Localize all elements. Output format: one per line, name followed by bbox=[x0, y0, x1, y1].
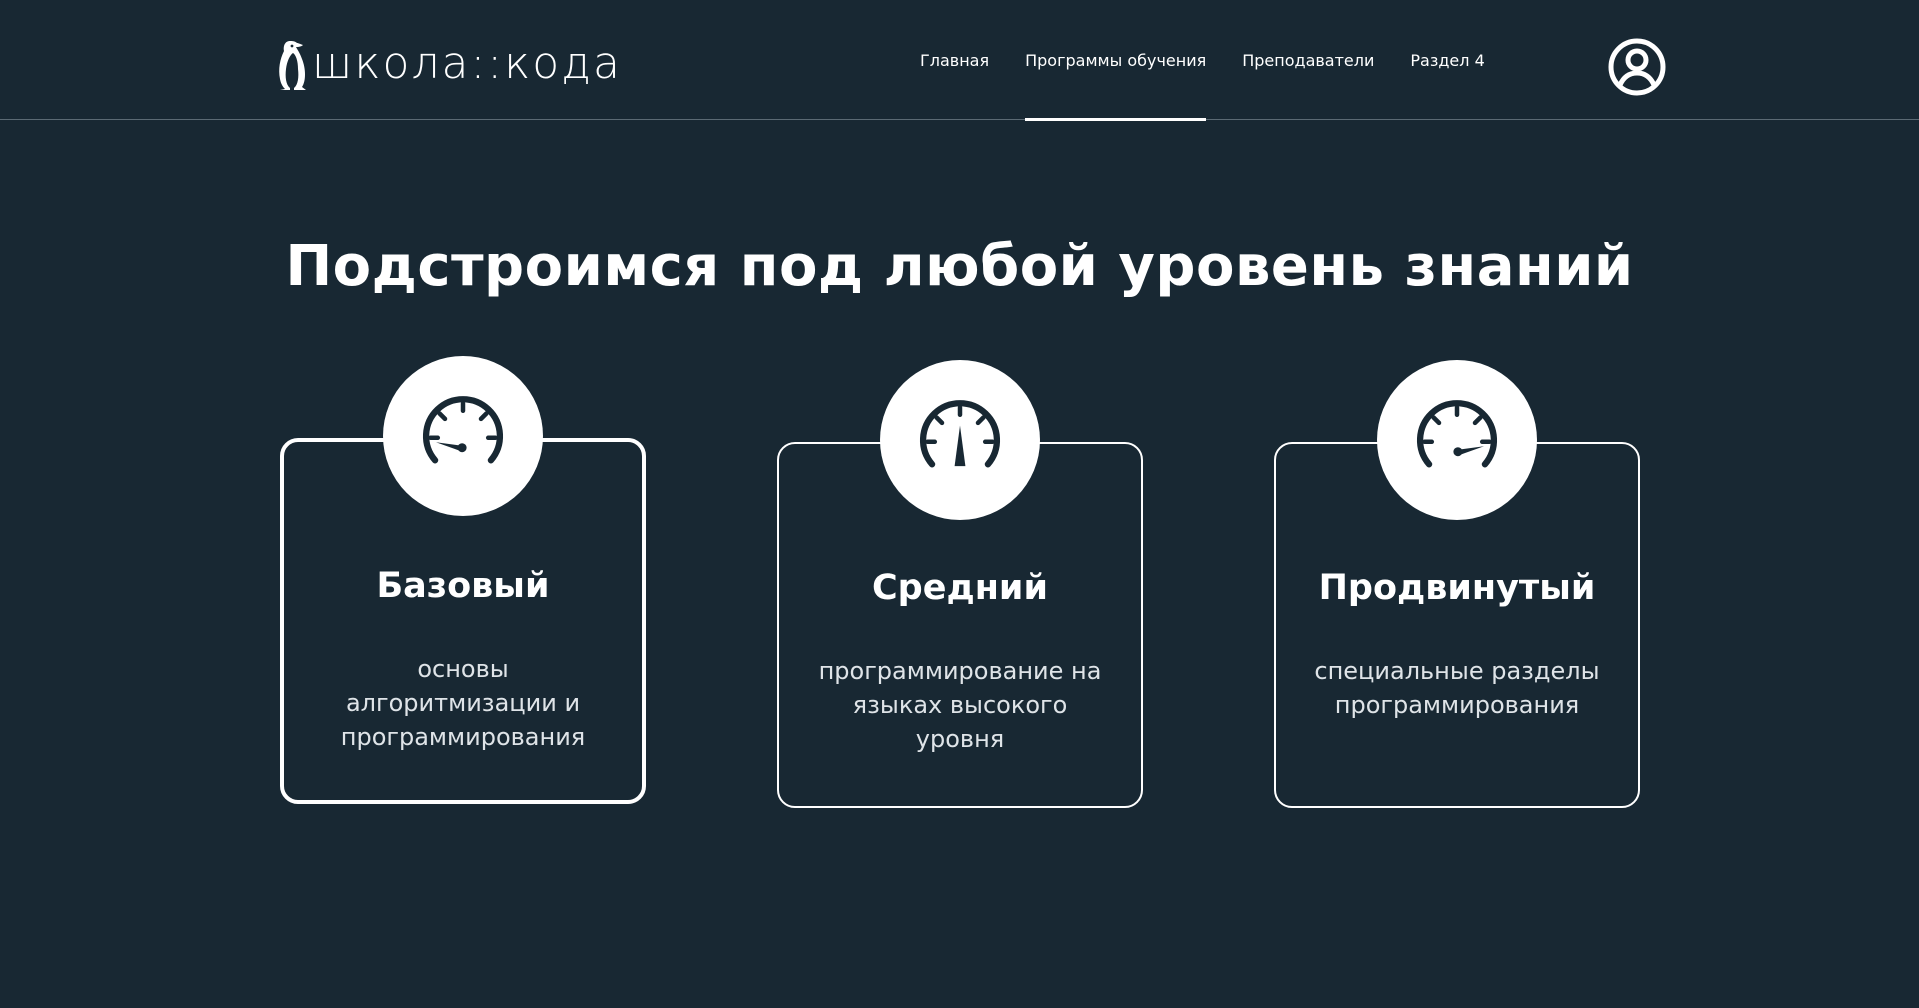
level-badge bbox=[880, 360, 1040, 520]
logo[interactable]: школа::кода bbox=[276, 34, 622, 94]
level-card-advanced[interactable]: Продвинутый специальные разделы программ… bbox=[1274, 360, 1640, 808]
user-circle-icon bbox=[1608, 38, 1666, 96]
level-badge bbox=[383, 356, 543, 516]
level-description: специальные разделы программирования bbox=[1314, 657, 1600, 719]
penguin-icon bbox=[279, 41, 306, 90]
nav-item-section-4[interactable]: Раздел 4 bbox=[1410, 0, 1484, 120]
level-description: основы алгоритмизации и программирования bbox=[340, 655, 586, 751]
page-headline: Подстроимся под любой уровень знаний bbox=[285, 233, 1634, 299]
nav-item-home[interactable]: Главная bbox=[920, 0, 989, 120]
nav-item-teachers[interactable]: Преподаватели bbox=[1242, 0, 1374, 120]
speedometer-low-icon bbox=[422, 396, 504, 464]
level-title: Базовый bbox=[376, 566, 550, 606]
speedometer-medium-icon bbox=[919, 400, 1001, 468]
level-description: программирование на языках высокого уров… bbox=[818, 657, 1102, 753]
nav-item-programs[interactable]: Программы обучения bbox=[1025, 0, 1207, 121]
speedometer-high-icon bbox=[1416, 400, 1498, 468]
profile-button[interactable] bbox=[1607, 37, 1667, 97]
level-badge bbox=[1377, 360, 1537, 520]
level-title: Продвинутый bbox=[1318, 568, 1596, 608]
level-card-medium[interactable]: Средний программирование на языках высок… bbox=[777, 360, 1143, 808]
logo-text: школа::кода bbox=[312, 38, 622, 89]
main-nav: Главная Программы обучения Преподаватели… bbox=[920, 0, 1521, 121]
level-title: Средний bbox=[872, 568, 1048, 608]
level-card-basic[interactable]: Базовый основы алгоритмизации и программ… bbox=[280, 356, 646, 804]
site-header: школа::кода Главная Программы обучения П… bbox=[0, 0, 1919, 121]
